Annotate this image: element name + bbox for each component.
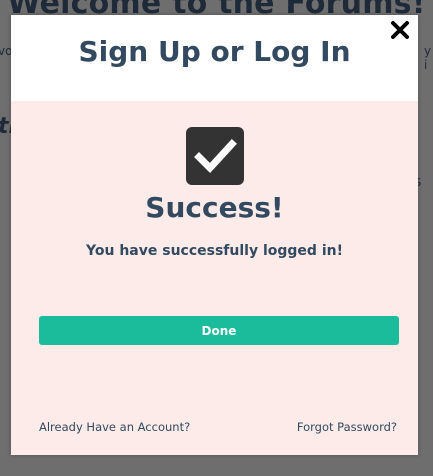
success-message: You have successfully logged in! [86, 243, 343, 259]
close-icon[interactable] [390, 20, 410, 40]
background-subtitle-right: y i [424, 44, 432, 72]
done-button[interactable]: Done [39, 316, 399, 345]
checked-checkbox-icon [186, 127, 244, 185]
success-title: Success! [145, 191, 284, 224]
forgot-password-link[interactable]: Forgot Password? [297, 420, 397, 434]
login-modal: Sign Up or Log In Success! You have succ… [11, 15, 418, 455]
modal-header: Sign Up or Log In [11, 15, 418, 101]
modal-title: Sign Up or Log In [78, 35, 351, 68]
already-have-account-link[interactable]: Already Have an Account? [39, 420, 190, 434]
